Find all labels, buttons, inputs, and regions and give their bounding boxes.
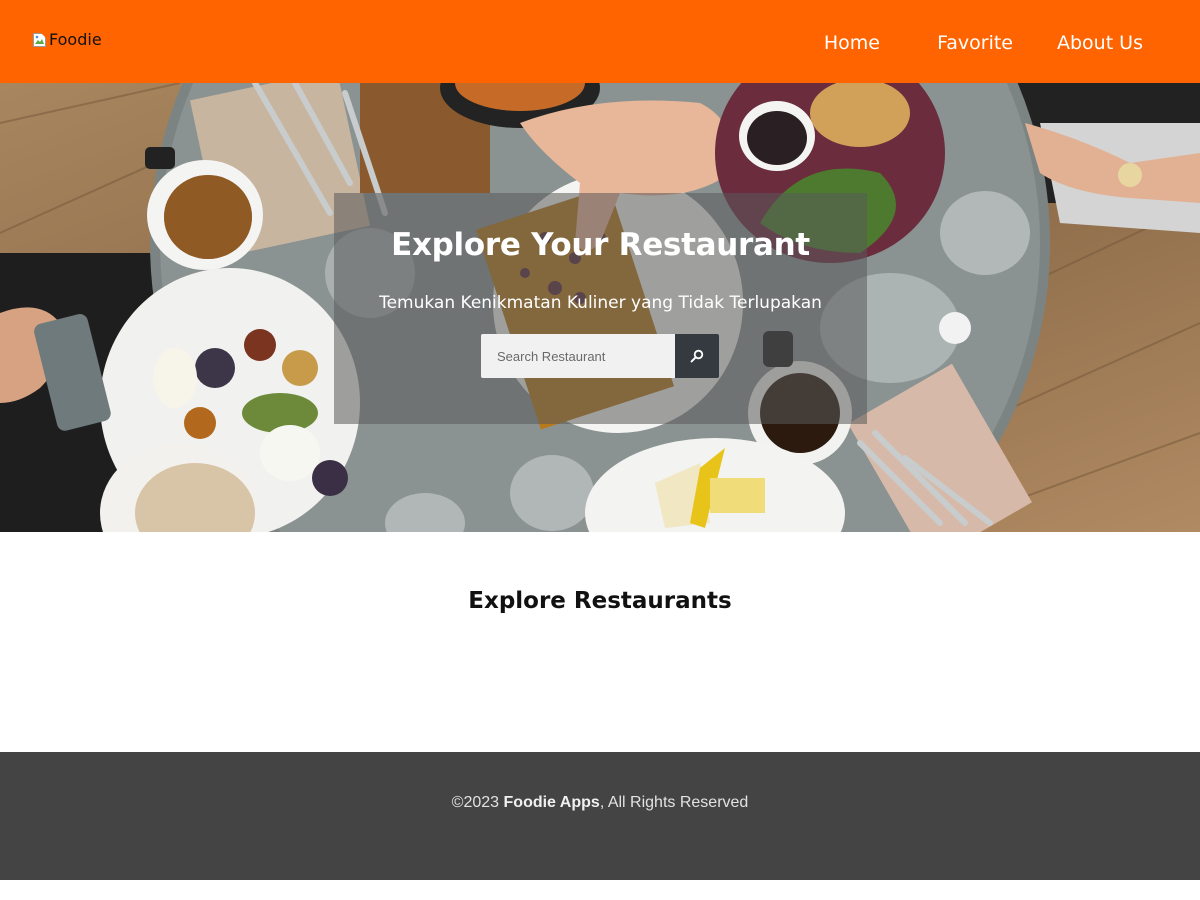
nav-favorite[interactable]: Favorite: [937, 32, 1013, 54]
section-title: Explore Restaurants: [468, 588, 732, 614]
footer: ©2023 Foodie Apps, All Rights Reserved: [0, 752, 1200, 880]
nav-about-us[interactable]: About Us: [1057, 32, 1143, 54]
nav-home[interactable]: Home: [824, 32, 880, 54]
search-input[interactable]: [481, 334, 675, 378]
footer-brand: Foodie Apps: [503, 794, 600, 811]
app-bar: Foodie Home Favorite About Us: [0, 0, 1200, 83]
copyright-year: ©2023: [451, 794, 500, 811]
main-content: Explore Restaurants: [0, 532, 1200, 752]
hero-panel: Explore Your Restaurant Temukan Kenikmat…: [334, 193, 867, 424]
footer-copyright: ©2023 Foodie Apps, All Rights Reserved: [0, 794, 1200, 812]
hero: Explore Your Restaurant Temukan Kenikmat…: [0, 83, 1200, 532]
logo[interactable]: Foodie: [32, 30, 102, 49]
hero-title: Explore Your Restaurant: [391, 227, 810, 263]
footer-rights: , All Rights Reserved: [599, 794, 749, 811]
search-icon: [690, 349, 704, 363]
broken-image-icon: [32, 32, 48, 48]
hero-subtitle: Temukan Kenikmatan Kuliner yang Tidak Te…: [379, 293, 822, 313]
search-button[interactable]: [675, 334, 719, 378]
logo-alt-text: Foodie: [49, 30, 102, 49]
search-bar: [481, 334, 719, 378]
